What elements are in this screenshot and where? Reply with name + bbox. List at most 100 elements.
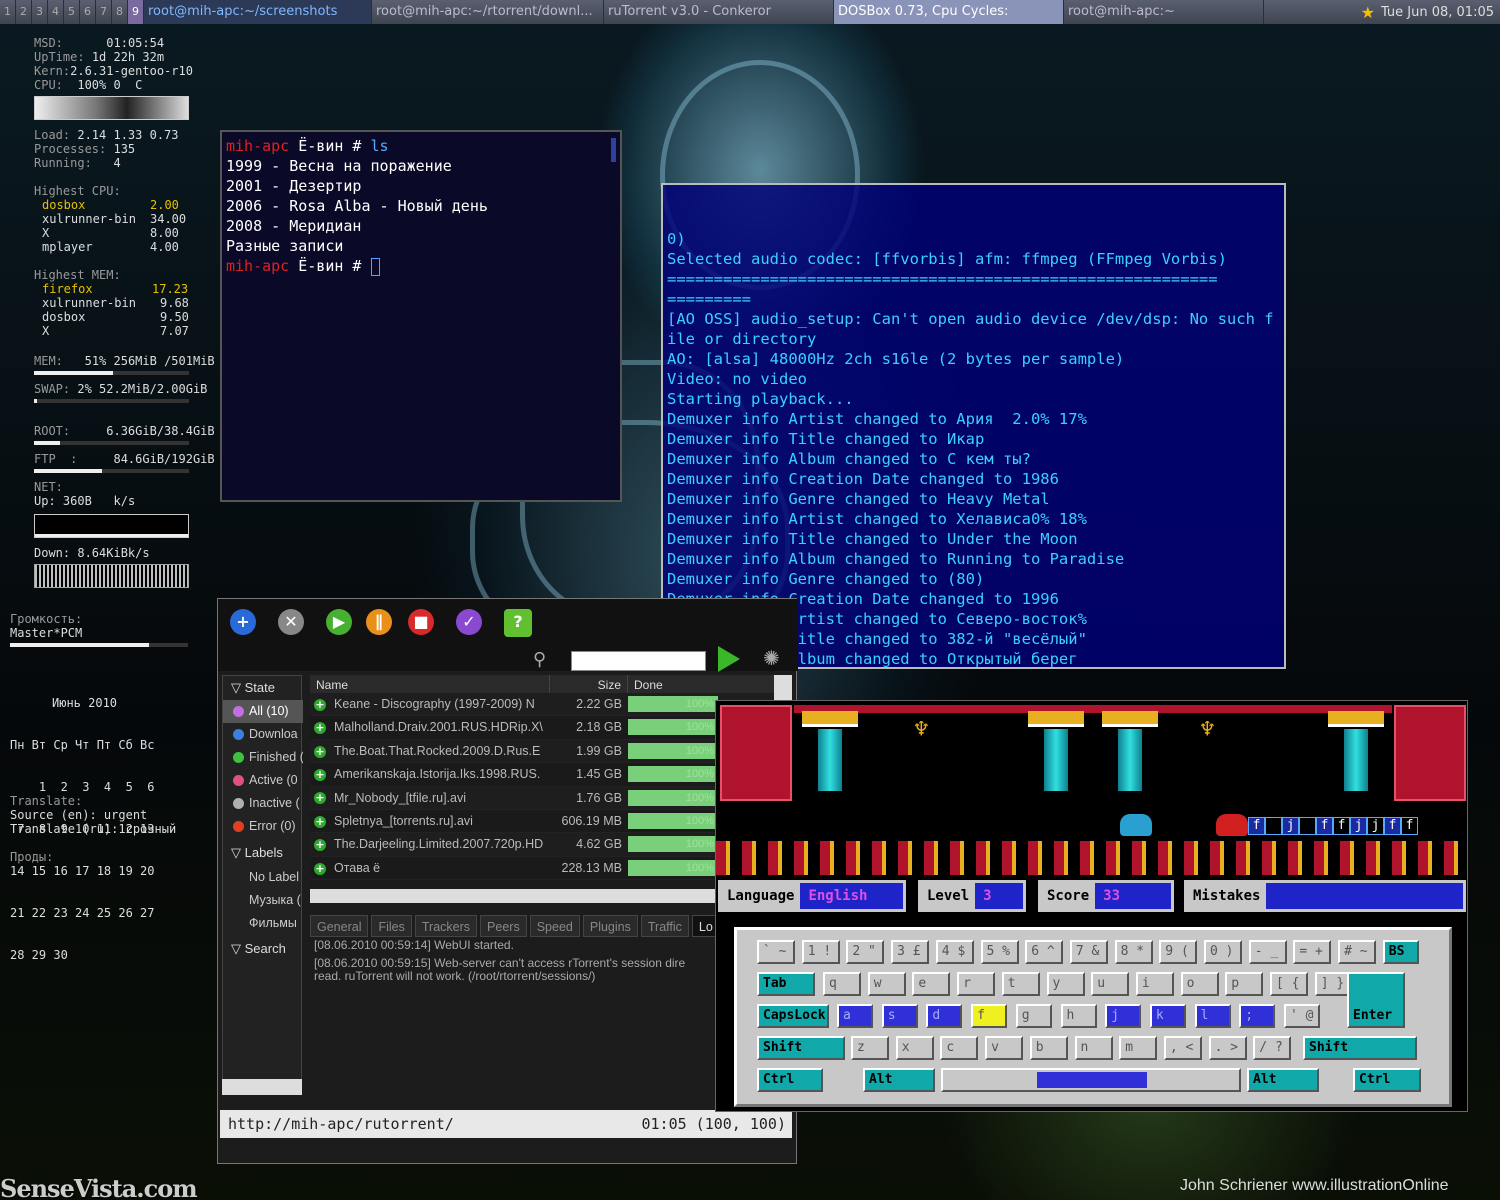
task-terminal-home[interactable]: root@mih-apc:~ bbox=[1064, 0, 1264, 24]
table-row[interactable]: + The.Boat.That.Rocked.2009.D.Rus.E 1.99 G… bbox=[310, 739, 784, 764]
column-size[interactable]: Size bbox=[550, 675, 628, 695]
key-r1-12[interactable]: = + bbox=[1293, 940, 1332, 964]
workspace-1[interactable]: 1 bbox=[0, 0, 16, 24]
workspace-5[interactable]: 5 bbox=[64, 0, 80, 24]
key-r2-9[interactable]: p bbox=[1225, 972, 1264, 996]
help-icon[interactable]: ? bbox=[504, 609, 532, 637]
label-no-label[interactable]: No Label bbox=[223, 866, 303, 889]
labels-header[interactable]: ▽ Labels bbox=[223, 841, 303, 864]
sidebar-item-finished[interactable]: Finished ( bbox=[223, 746, 303, 769]
table-row[interactable]: + The.Darjeeling.Limited.2007.720p.HD 4.62… bbox=[310, 833, 784, 857]
key-r4-9[interactable]: / ? bbox=[1253, 1036, 1292, 1060]
key-r2-8[interactable]: o bbox=[1180, 972, 1219, 996]
key-r4-8[interactable]: . > bbox=[1208, 1036, 1247, 1060]
key-alt-left[interactable]: Alt bbox=[863, 1068, 935, 1092]
key-r4-2[interactable]: c bbox=[940, 1036, 979, 1060]
key-r1-7[interactable]: 7 & bbox=[1069, 940, 1108, 964]
key-r3-8[interactable]: l bbox=[1194, 1004, 1231, 1028]
remove-torrent-icon[interactable]: ✕ bbox=[278, 609, 304, 635]
workspace-8[interactable]: 8 bbox=[112, 0, 128, 24]
prompt-line[interactable]: mih-apc Ё-вин # bbox=[226, 256, 616, 276]
clock[interactable]: ★ Tue Jun 08, 01:05 bbox=[1361, 3, 1500, 22]
table-row[interactable]: + Malholland.Draiv.2001.RUS.HDRip.X\ 2.18 … bbox=[310, 716, 784, 740]
stop-icon[interactable]: ■ bbox=[408, 609, 434, 635]
workspace-7[interactable]: 7 bbox=[96, 0, 112, 24]
sidebar-item-inactive[interactable]: Inactive ( bbox=[223, 792, 303, 815]
key-r3-2[interactable]: d bbox=[926, 1004, 963, 1028]
table-row[interactable]: + Spletnya_[torrents.ru].avi 606.19 MB 100% bbox=[310, 810, 784, 834]
key-r1-10[interactable]: 0 ) bbox=[1204, 940, 1242, 964]
key-r4-3[interactable]: v bbox=[985, 1036, 1024, 1060]
key-r1-1[interactable]: 1 ! bbox=[801, 940, 840, 964]
key-r4-1[interactable]: x bbox=[895, 1036, 934, 1060]
sidebar-item-downloading[interactable]: Downloa bbox=[223, 723, 303, 746]
key-r2-0[interactable]: q bbox=[823, 972, 861, 996]
key-r1-5[interactable]: 5 % bbox=[980, 940, 1019, 964]
key-r2-5[interactable]: y bbox=[1046, 972, 1085, 996]
key-r4-0[interactable]: z bbox=[851, 1036, 889, 1060]
key-r2-1[interactable]: w bbox=[867, 972, 906, 996]
key-enter[interactable]: Enter bbox=[1347, 972, 1405, 1028]
key-tab[interactable]: Tab bbox=[757, 972, 815, 996]
tab-speed[interactable]: Speed bbox=[529, 915, 580, 937]
dosbox-window[interactable]: ♆ ♆ fjffjjff Language English Level 3 Scor… bbox=[715, 700, 1468, 1112]
key-r1-9[interactable]: 9 ( bbox=[1159, 940, 1198, 964]
column-name[interactable]: Name bbox=[310, 675, 550, 695]
workspace-6[interactable]: 6 bbox=[80, 0, 96, 24]
key-alt-right[interactable]: Alt bbox=[1247, 1068, 1319, 1092]
key-r3-0[interactable]: a bbox=[837, 1004, 873, 1028]
key-r2-7[interactable]: i bbox=[1135, 972, 1174, 996]
table-row[interactable]: + Отава ё 228.13 MB 100% bbox=[310, 857, 784, 881]
tab-trackers[interactable]: Trackers bbox=[414, 915, 478, 937]
workspace-3[interactable]: 3 bbox=[32, 0, 48, 24]
key-r4-5[interactable]: n bbox=[1074, 1036, 1113, 1060]
tab-files[interactable]: Files bbox=[371, 915, 412, 937]
key-r2-2[interactable]: e bbox=[912, 972, 951, 996]
search-go-button[interactable] bbox=[718, 646, 740, 672]
key-capslock[interactable]: CapsLock bbox=[757, 1004, 829, 1028]
sidebar-item-all[interactable]: All (10) bbox=[223, 700, 303, 723]
table-row[interactable]: + Amerikanskaja.Istorija.Iks.1998.RUS. 1.4… bbox=[310, 763, 784, 787]
key-r2-4[interactable]: t bbox=[1001, 972, 1040, 996]
key-ctrl-left[interactable]: Ctrl bbox=[757, 1068, 823, 1092]
sidebar-item-error[interactable]: Error (0) bbox=[223, 815, 303, 838]
key-space[interactable] bbox=[941, 1068, 1241, 1092]
tab-general[interactable]: General bbox=[310, 915, 369, 937]
key-r3-1[interactable]: s bbox=[881, 1004, 918, 1028]
add-torrent-icon[interactable]: + bbox=[230, 609, 256, 635]
key-r3-7[interactable]: k bbox=[1149, 1004, 1186, 1028]
key-r3-10[interactable]: ' @ bbox=[1284, 1004, 1320, 1028]
terminal-scrollbar[interactable] bbox=[611, 138, 616, 162]
task-conkeror[interactable]: ruTorrent v3.0 - Conkeror bbox=[604, 0, 834, 24]
key-backspace[interactable]: BS bbox=[1382, 940, 1419, 964]
rutorrent-window[interactable]: + ✕ ▶ ∥ ■ ✓ ? ⚲ ✺ ▽ State All (10) Downl… bbox=[217, 598, 798, 1164]
mplayer-terminal[interactable]: 0) Selected audio codec: [ffvorbis] afm: … bbox=[661, 183, 1286, 669]
table-row[interactable]: + Mr_Nobody_[tfile.ru].avi 1.76 GB 100% bbox=[310, 786, 784, 810]
key-r2-6[interactable]: u bbox=[1091, 972, 1130, 996]
workspace-2[interactable]: 2 bbox=[16, 0, 32, 24]
key-ctrl-right[interactable]: Ctrl bbox=[1353, 1068, 1421, 1092]
key-r1-4[interactable]: 4 $ bbox=[935, 940, 974, 964]
check-icon[interactable]: ✓ bbox=[456, 609, 482, 635]
start-icon[interactable]: ▶ bbox=[326, 609, 352, 635]
key-r4-4[interactable]: b bbox=[1029, 1036, 1068, 1060]
volume-bar[interactable] bbox=[10, 643, 188, 647]
key-r2-3[interactable]: r bbox=[957, 972, 996, 996]
tab-traffic[interactable]: Traffic bbox=[640, 915, 689, 937]
label-films[interactable]: Фильмы bbox=[223, 912, 303, 935]
key-shift-right[interactable]: Shift bbox=[1303, 1036, 1417, 1060]
key-r1-0[interactable]: ` ~ bbox=[757, 940, 795, 964]
key-r1-8[interactable]: 8 * bbox=[1114, 940, 1153, 964]
task-dosbox[interactable]: DOSBox 0.73, Cpu Cycles: bbox=[834, 0, 1064, 24]
table-horizontal-scrollbar[interactable] bbox=[310, 889, 784, 903]
task-terminal-screenshots[interactable]: root@mih-apc:~/screenshots bbox=[144, 0, 372, 24]
key-r4-7[interactable]: , < bbox=[1163, 1036, 1202, 1060]
workspace-9[interactable]: 9 bbox=[128, 0, 144, 24]
key-r3-3[interactable]: f bbox=[971, 1004, 1008, 1028]
key-r3-9[interactable]: ; bbox=[1239, 1004, 1276, 1028]
key-r1-2[interactable]: 2 " bbox=[846, 940, 885, 964]
terminal-window[interactable]: mih-apc Ё-вин # ls 1999 - Весна на пораж… bbox=[220, 130, 622, 502]
state-header[interactable]: ▽ State bbox=[223, 676, 303, 699]
column-done[interactable]: Done bbox=[628, 675, 784, 695]
key-r1-11[interactable]: - _ bbox=[1248, 940, 1287, 964]
